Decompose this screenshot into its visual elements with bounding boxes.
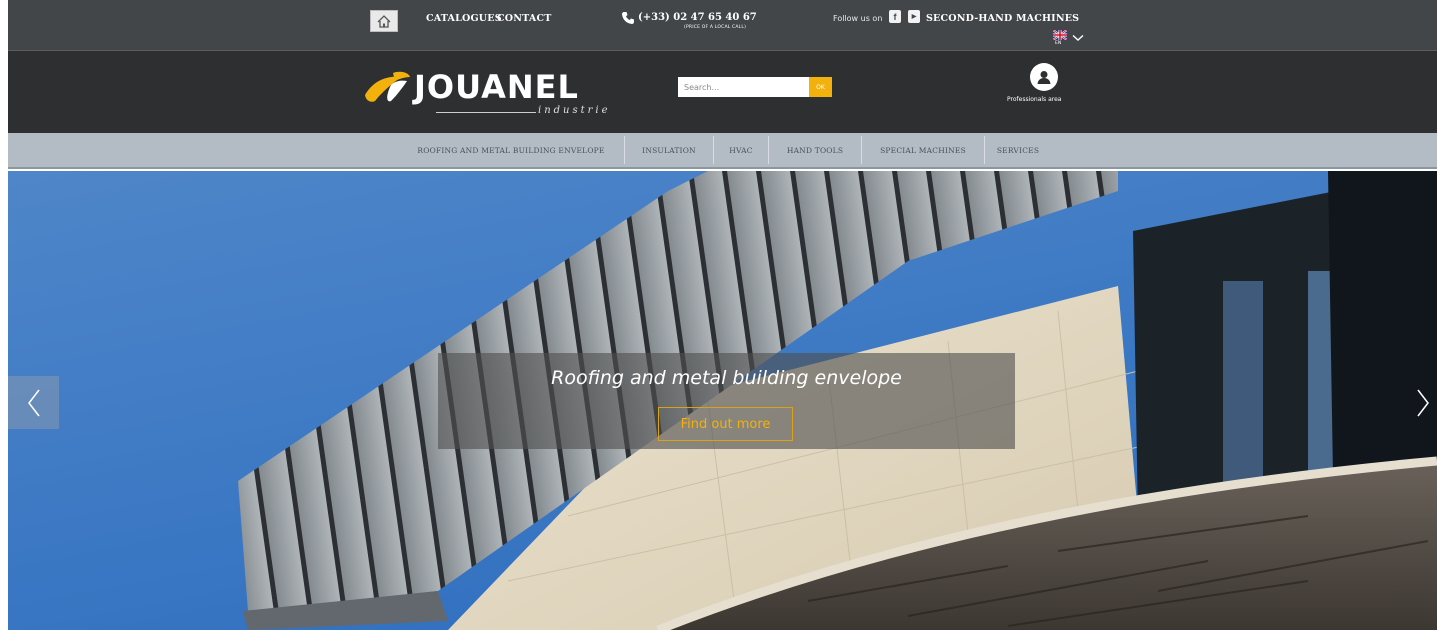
second-hand-machines-link[interactable]: SECOND-HAND MACHINES: [926, 13, 1079, 24]
phone-note: (PRICE OF A LOCAL CALL): [684, 25, 747, 30]
nav-item-insulation[interactable]: INSULATION: [625, 133, 713, 167]
follow-label: Follow us on: [833, 14, 883, 23]
youtube-icon[interactable]: ▶: [908, 10, 920, 23]
home-icon: [377, 14, 391, 28]
brand-bar: JOUANEL industrie OK Professionals area: [8, 51, 1437, 133]
search-button[interactable]: OK: [809, 77, 832, 97]
phone-number[interactable]: (+33) 02 47 65 40 67: [638, 12, 757, 23]
chevron-down-icon[interactable]: [1072, 34, 1084, 42]
main-nav: ROOFING AND METAL BUILDING ENVELOPE INSU…: [8, 133, 1437, 169]
phone-icon: [622, 12, 634, 24]
user-icon: [1037, 71, 1051, 84]
brand-subtitle: industrie: [538, 105, 611, 116]
nav-item-special-machines[interactable]: SPECIAL MACHINES: [862, 133, 984, 167]
slider-prev-button[interactable]: [8, 376, 59, 429]
find-out-more-button[interactable]: Find out more: [658, 407, 793, 441]
home-button[interactable]: [370, 10, 398, 32]
nav-item-roofing[interactable]: ROOFING AND METAL BUILDING ENVELOPE: [398, 133, 624, 167]
slide-caption: Roofing and metal building envelope Find…: [438, 353, 1015, 449]
chevron-left-icon: [27, 389, 40, 416]
hero-slider: Roofing and metal building envelope Find…: [8, 171, 1437, 630]
professionals-area-button[interactable]: [1030, 63, 1058, 91]
nav-item-hvac[interactable]: HVAC: [714, 133, 768, 167]
chevron-right-icon: [1416, 389, 1429, 416]
catalogues-link[interactable]: CATALOGUES: [426, 13, 502, 24]
logo-leaf-icon[interactable]: [363, 71, 413, 105]
facebook-icon[interactable]: f: [889, 10, 901, 23]
professionals-area-label[interactable]: Professionals area: [1007, 96, 1061, 103]
uk-flag-icon[interactable]: [1053, 30, 1067, 40]
logo-underline: [436, 112, 536, 113]
language-code[interactable]: EN: [1055, 41, 1061, 46]
nav-item-services[interactable]: SERVICES: [985, 133, 1051, 167]
nav-item-hand-tools[interactable]: HAND TOOLS: [769, 133, 861, 167]
slider-next-button[interactable]: [1408, 376, 1437, 429]
brand-name[interactable]: JOUANEL: [414, 67, 579, 107]
top-bar: CATALOGUES CONTACT (+33) 02 47 65 40 67 …: [8, 0, 1437, 51]
contact-link[interactable]: CONTACT: [497, 13, 551, 24]
search-input[interactable]: [678, 77, 809, 97]
page: CATALOGUES CONTACT (+33) 02 47 65 40 67 …: [8, 0, 1437, 630]
slide-title: Roofing and metal building envelope: [551, 367, 902, 389]
